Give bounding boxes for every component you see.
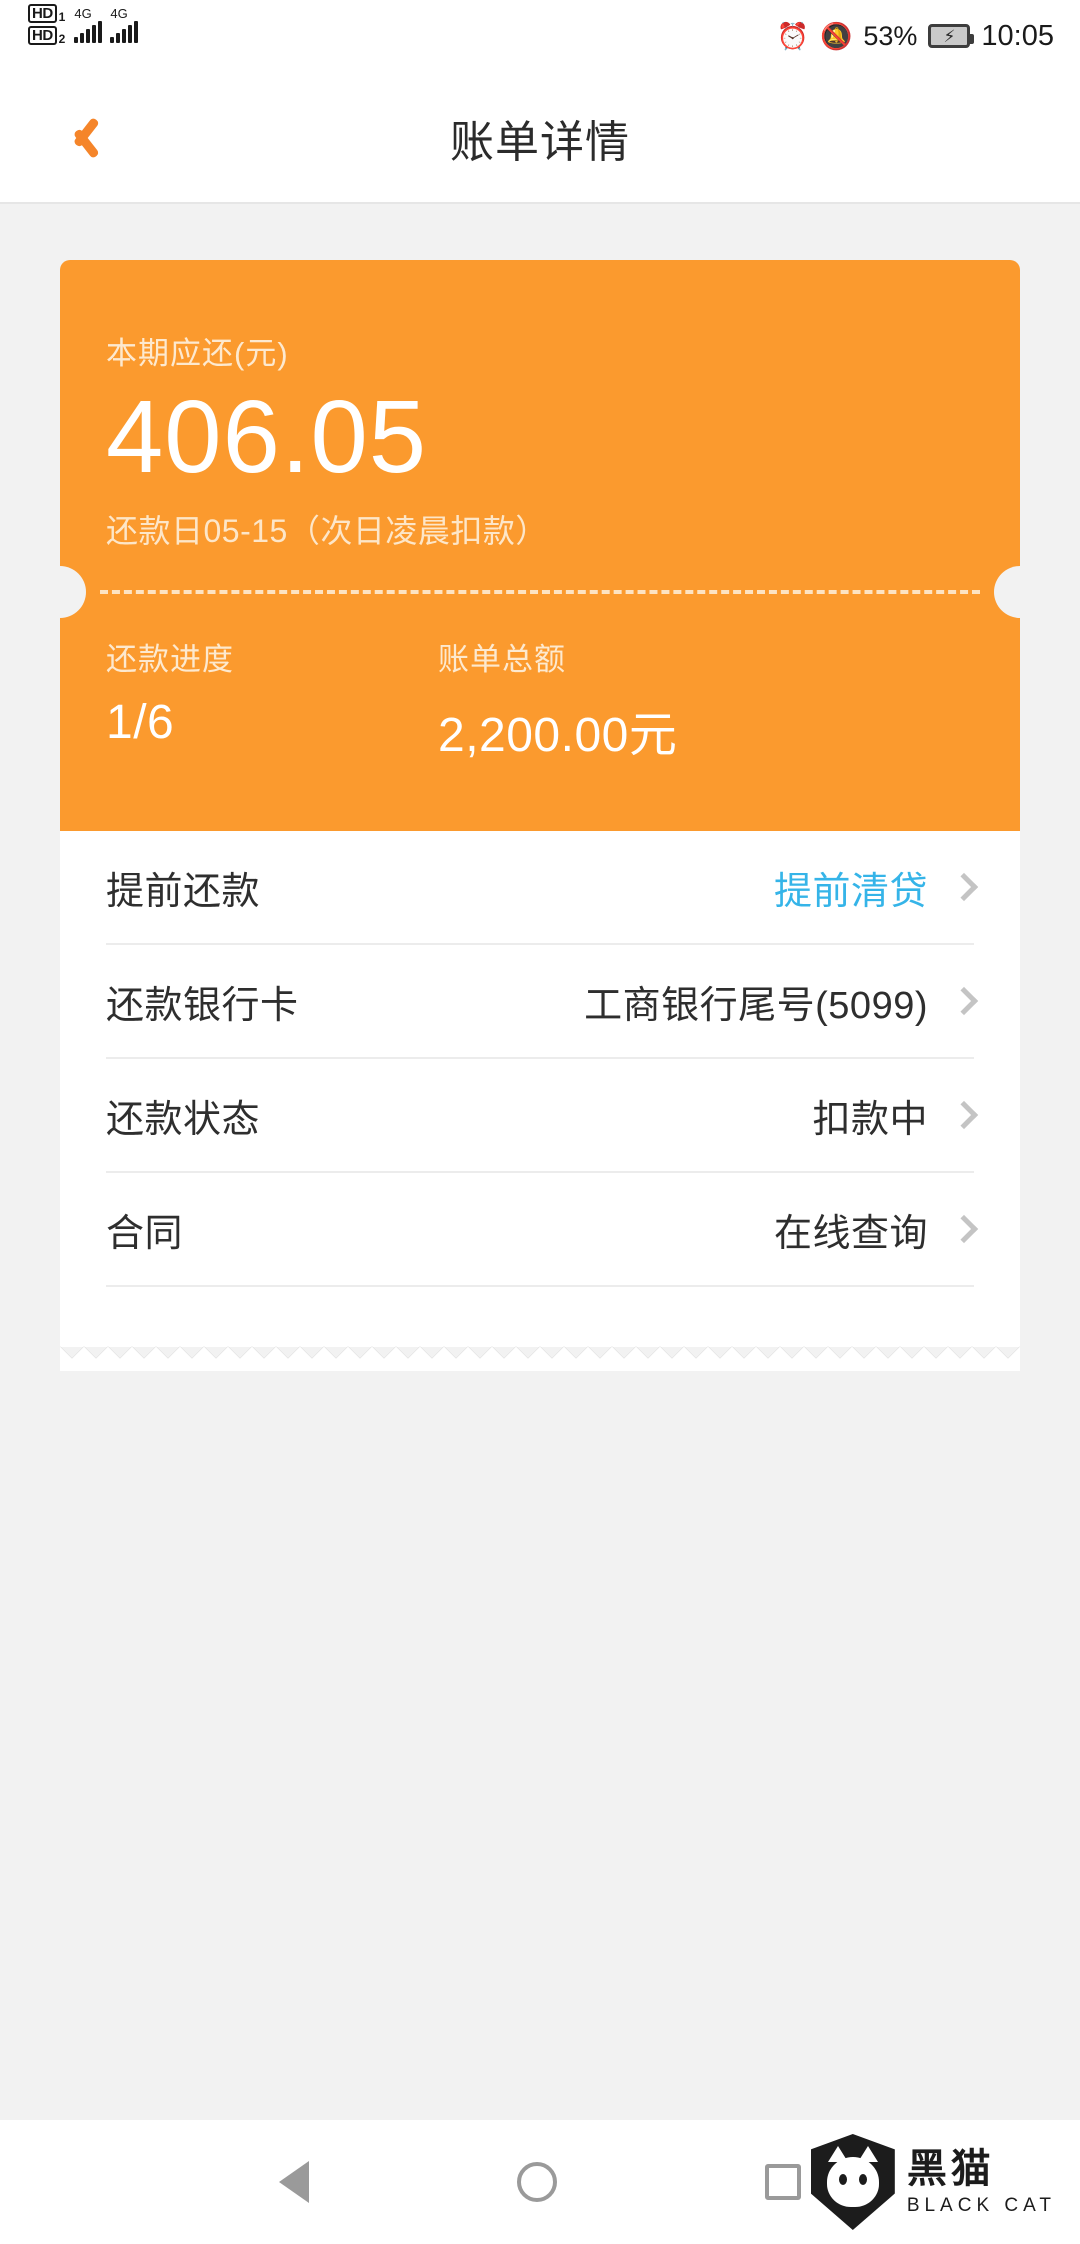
chevron-right-icon	[949, 873, 979, 902]
watermark-cn-label: 黑猫	[906, 2147, 995, 2191]
page-title: 账单详情	[450, 118, 630, 167]
watermark-en-label: BLACK CAT	[906, 2195, 1056, 2216]
list-bottom-padding	[60, 1287, 1020, 1348]
row-value: 扣款中	[812, 1098, 928, 1141]
cat-eye-right	[858, 2174, 867, 2185]
watermark-text: 黑猫 BLACK CAT	[907, 2149, 1056, 2215]
due-date-note: 还款日05-15（次日凌晨扣款）	[106, 513, 548, 550]
charging-bolt-icon: ⚡	[943, 26, 956, 46]
row-label: 合同	[106, 1212, 184, 1255]
row-right: 在线查询	[773, 1202, 979, 1257]
bill-receipt-card: 本期应还(元) 406.05 还款日05-15（次日凌晨扣款） 还款进度 1/6…	[34, 260, 1046, 1372]
row-value: 工商银行尾号(5099)	[584, 984, 928, 1027]
bill-summary-top: 本期应还(元) 406.05 还款日05-15（次日凌晨扣款）	[60, 260, 1020, 553]
nav-recents-icon[interactable]	[765, 2164, 801, 2200]
due-amount-value: 406.05	[106, 379, 428, 494]
repayment-progress-stat: 还款进度 1/6	[106, 634, 438, 765]
nav-items	[279, 2161, 801, 2203]
row-right: 提前清贷	[773, 860, 979, 915]
alarm-icon: ⏰	[776, 21, 809, 51]
signal-indicators: 4G 4G	[74, 7, 146, 43]
sim2-index-label: 2	[58, 32, 66, 46]
sim2-signal: 4G	[110, 5, 139, 43]
notch-left	[34, 566, 86, 619]
row-value: 提前清贷	[773, 870, 928, 913]
perforation-divider	[34, 552, 1046, 635]
row-value: 在线查询	[773, 1212, 928, 1255]
sim1-hd-indicator: HD 1	[28, 4, 65, 23]
watermark: 黑猫 BLACK CAT	[810, 2134, 1056, 2230]
repayment-progress-label: 还款进度	[106, 642, 234, 678]
status-bar-right: ⏰ 🔕 53% ⚡ 10:05	[777, 0, 1054, 72]
chevron-right-icon	[949, 1215, 979, 1244]
title-bar: 账单详情	[0, 72, 1080, 204]
nav-back-icon[interactable]	[279, 2161, 309, 2203]
signal-bars-icon	[110, 20, 139, 43]
clock-label: 10:05	[981, 19, 1054, 52]
due-amount-label: 本期应还(元)	[106, 336, 289, 371]
dashed-line	[100, 590, 980, 595]
row-repayment-status[interactable]: 还款状态 扣款中	[106, 1059, 979, 1174]
mute-bell-icon: 🔕	[820, 21, 853, 51]
cat-face-shape	[826, 2146, 879, 2207]
battery-percent-label: 53%	[863, 20, 918, 51]
hd-icon: HD	[28, 26, 57, 45]
row-contract[interactable]: 合同 在线查询	[106, 1173, 979, 1288]
detail-list: 提前还款 提前清贷 还款银行卡 工商银行尾号(5099) 还款状态 扣款中 合同…	[60, 831, 1020, 1288]
row-label: 提前还款	[106, 870, 261, 913]
hd-icon: HD	[28, 4, 57, 23]
sim1-signal: 4G	[74, 5, 103, 43]
cat-eye-left	[838, 2174, 847, 2185]
row-label: 还款银行卡	[106, 984, 299, 1027]
nav-home-icon[interactable]	[517, 2162, 557, 2202]
bill-total-stat: 账单总额 2,200.00元	[438, 634, 677, 765]
torn-paper-edge	[60, 1347, 1020, 1372]
sim2-hd-indicator: HD 2	[28, 26, 65, 45]
battery-icon: ⚡	[928, 24, 975, 48]
repayment-progress-value: 1/6	[106, 696, 175, 750]
dual-sim-indicators: HD 1 HD 2	[28, 4, 65, 45]
status-bar-left: HD 1 HD 2 4G 4G	[28, 4, 146, 45]
row-repayment-bank-card[interactable]: 还款银行卡 工商银行尾号(5099)	[106, 945, 979, 1060]
bill-total-label: 账单总额	[438, 642, 566, 678]
chevron-right-icon	[949, 987, 979, 1016]
sim1-index-label: 1	[58, 10, 66, 24]
row-right: 工商银行尾号(5099)	[584, 974, 979, 1029]
bill-total-value: 2,200.00元	[438, 709, 678, 763]
network-type-label: 4G	[110, 5, 128, 21]
phone-screen: HD 1 HD 2 4G 4G ⏰ 🔕 53% ⚡ 10:05 账单详情 本期应…	[0, 0, 1080, 2244]
row-right: 扣款中	[812, 1088, 979, 1143]
bill-summary-bottom: 还款进度 1/6 账单总额 2,200.00元	[60, 634, 1020, 832]
signal-bars-icon	[74, 20, 103, 43]
row-early-repayment[interactable]: 提前还款 提前清贷	[106, 831, 979, 946]
black-cat-logo-icon	[810, 2134, 895, 2230]
chevron-right-icon	[949, 1101, 979, 1130]
status-bar: HD 1 HD 2 4G 4G ⏰ 🔕 53% ⚡ 10:05	[0, 0, 1080, 72]
row-label: 还款状态	[106, 1098, 261, 1141]
notch-right	[994, 566, 1046, 619]
network-type-label: 4G	[74, 5, 92, 21]
